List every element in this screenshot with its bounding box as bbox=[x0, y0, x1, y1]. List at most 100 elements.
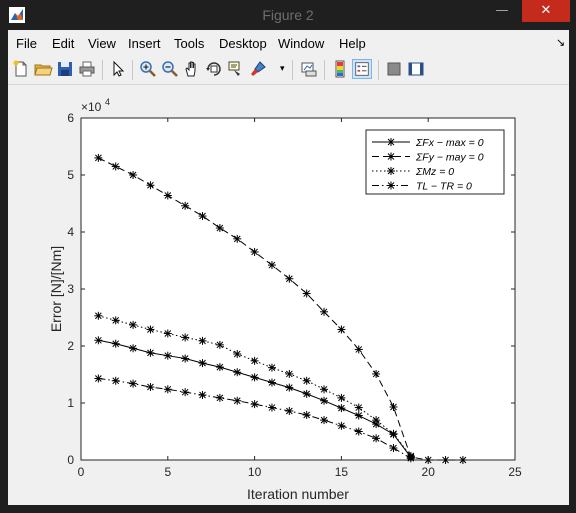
zoom-out-icon[interactable] bbox=[160, 59, 180, 79]
data-point bbox=[285, 369, 294, 378]
data-point bbox=[215, 340, 224, 349]
data-point bbox=[163, 351, 172, 360]
data-point bbox=[320, 385, 329, 394]
data-point bbox=[250, 356, 259, 365]
menu-window[interactable]: Window bbox=[278, 36, 324, 51]
data-point bbox=[354, 345, 363, 354]
legend-label: ΣMz = 0 bbox=[415, 166, 454, 178]
data-point bbox=[198, 391, 207, 400]
minimize-button[interactable]: — bbox=[489, 0, 515, 22]
print-icon[interactable] bbox=[77, 59, 97, 79]
menu-desktop[interactable]: Desktop bbox=[219, 36, 267, 51]
legend-label: ΣFy − may = 0 bbox=[415, 152, 484, 164]
dock-figure-icon[interactable]: ↘ bbox=[556, 36, 565, 49]
legend-icon[interactable] bbox=[352, 59, 372, 79]
data-point bbox=[94, 374, 103, 383]
y-tick-label: 6 bbox=[67, 111, 74, 125]
data-point bbox=[215, 393, 224, 402]
toolbar-separator bbox=[102, 60, 103, 80]
data-point bbox=[146, 383, 155, 392]
data-point bbox=[285, 274, 294, 283]
legend-label: TL − TR = 0 bbox=[416, 181, 472, 193]
x-tick-label: 25 bbox=[508, 465, 522, 479]
colorbar-icon[interactable] bbox=[330, 59, 350, 79]
brush-icon[interactable] bbox=[248, 59, 268, 79]
data-point bbox=[198, 336, 207, 345]
data-point bbox=[302, 289, 311, 298]
brush-dropdown-icon[interactable]: ▾ bbox=[280, 63, 285, 74]
data-point bbox=[163, 385, 172, 394]
data-point bbox=[285, 406, 294, 415]
data-point bbox=[163, 191, 172, 200]
pan-icon[interactable] bbox=[182, 59, 202, 79]
edit-plot-icon[interactable] bbox=[108, 59, 128, 79]
rotate-3d-icon[interactable] bbox=[204, 59, 224, 79]
x-tick-label: 10 bbox=[248, 465, 262, 479]
data-point bbox=[111, 339, 120, 348]
figure-toolbar: ▾ bbox=[8, 56, 569, 85]
data-point bbox=[320, 396, 329, 405]
data-point bbox=[302, 389, 311, 398]
data-point bbox=[250, 400, 259, 409]
data-point bbox=[233, 396, 242, 405]
data-point bbox=[129, 320, 138, 329]
data-point bbox=[267, 378, 276, 387]
data-point bbox=[146, 325, 155, 334]
data-point bbox=[198, 212, 207, 221]
new-figure-icon[interactable] bbox=[11, 59, 31, 79]
menu-help[interactable]: Help bbox=[339, 36, 366, 51]
data-point bbox=[233, 234, 242, 243]
data-point bbox=[233, 368, 242, 377]
data-point bbox=[354, 403, 363, 412]
x-axis-label: Iteration number bbox=[247, 486, 349, 502]
hide-plot-tools-icon[interactable] bbox=[384, 59, 404, 79]
title-bar[interactable]: Figure 2 — ✕ bbox=[0, 0, 576, 30]
data-point bbox=[372, 434, 381, 443]
data-point bbox=[215, 363, 224, 372]
data-point bbox=[267, 261, 276, 270]
legend-marker bbox=[387, 181, 395, 190]
save-icon[interactable] bbox=[55, 59, 75, 79]
data-point bbox=[129, 344, 138, 353]
data-point bbox=[320, 307, 329, 316]
menu-insert[interactable]: Insert bbox=[128, 36, 161, 51]
close-button[interactable]: ✕ bbox=[522, 0, 570, 22]
data-point bbox=[389, 444, 398, 453]
data-cursor-icon[interactable] bbox=[226, 59, 246, 79]
plot-area[interactable]: 0 5 10 15 20 25 0 1 2 3 4 5 6 ×10 4 Iteration number… bbox=[8, 85, 569, 505]
data-point bbox=[111, 376, 120, 385]
link-plot-icon[interactable] bbox=[299, 59, 319, 79]
data-point bbox=[215, 224, 224, 233]
menu-edit[interactable]: Edit bbox=[52, 36, 74, 51]
toolbar-separator bbox=[378, 60, 379, 80]
data-point bbox=[111, 316, 120, 325]
menu-tools[interactable]: Tools bbox=[174, 36, 204, 51]
y-tick-label: 3 bbox=[67, 282, 74, 296]
menu-file[interactable]: File bbox=[16, 36, 37, 51]
x-tick-label: 15 bbox=[335, 465, 349, 479]
y-tick-label: 0 bbox=[67, 453, 74, 467]
data-point bbox=[458, 456, 467, 464]
data-point bbox=[406, 454, 415, 463]
data-point bbox=[372, 416, 381, 425]
y-exponent-power: 4 bbox=[105, 97, 110, 107]
menu-bar: File Edit View Insert Tools Desktop Wind… bbox=[8, 30, 569, 56]
data-point bbox=[94, 336, 103, 345]
menu-view[interactable]: View bbox=[88, 36, 116, 51]
open-file-icon[interactable] bbox=[33, 59, 53, 79]
data-point bbox=[94, 311, 103, 320]
toolbar-separator bbox=[132, 60, 133, 80]
data-point bbox=[302, 376, 311, 385]
data-point bbox=[354, 411, 363, 420]
show-plot-tools-icon[interactable] bbox=[406, 59, 426, 79]
data-point bbox=[354, 427, 363, 436]
legend[interactable]: ΣFx − max = 0 ΣFy − may = 0 ΣMz = 0 TL − TR… bbox=[365, 129, 505, 195]
y-exponent-base: ×10 bbox=[81, 100, 102, 114]
data-point bbox=[267, 363, 276, 372]
zoom-in-icon[interactable] bbox=[138, 59, 158, 79]
figure-window: Figure 2 — ✕ File Edit View Insert Tools… bbox=[0, 0, 576, 513]
data-point bbox=[181, 333, 190, 342]
data-point bbox=[302, 410, 311, 419]
data-point bbox=[267, 403, 276, 412]
data-point bbox=[337, 404, 346, 413]
